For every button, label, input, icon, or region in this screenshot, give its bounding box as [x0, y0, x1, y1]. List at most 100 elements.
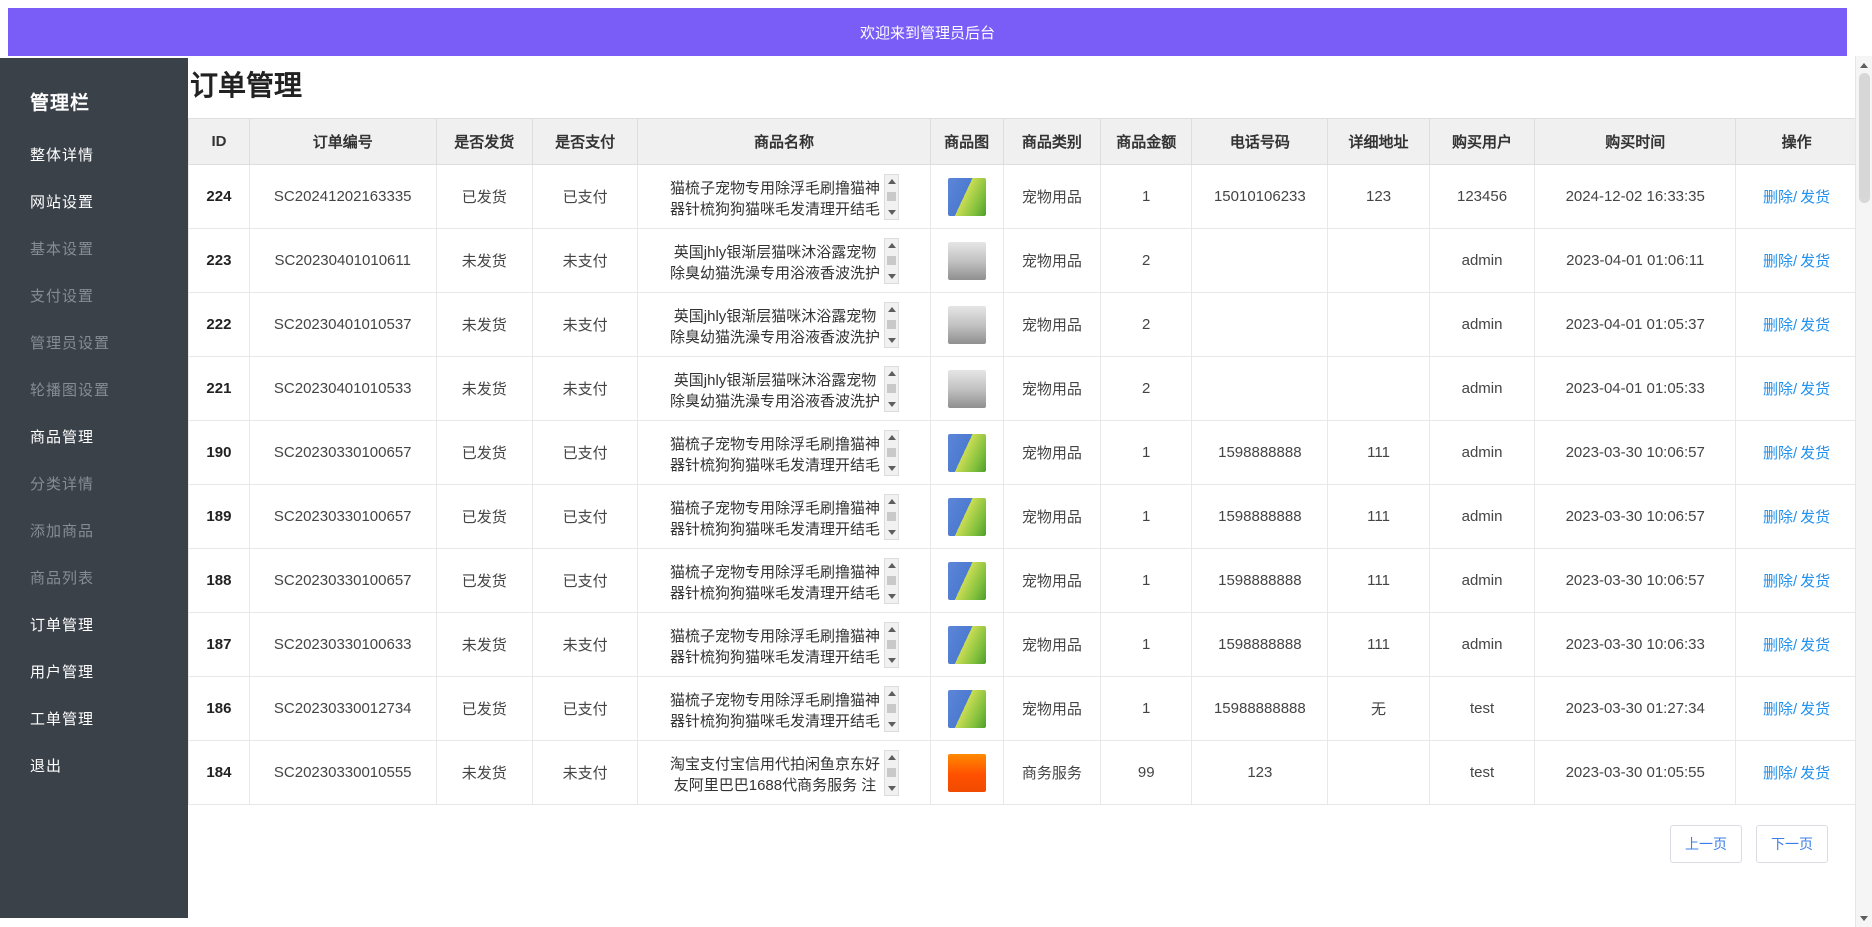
scroll-down-icon[interactable]: [886, 592, 897, 601]
scroll-up-icon[interactable]: [1858, 59, 1871, 71]
next-page-button[interactable]: 下一页: [1756, 825, 1828, 863]
scroll-up-icon[interactable]: [886, 753, 897, 762]
product-image: [948, 370, 986, 408]
scroll-down-icon[interactable]: [886, 400, 897, 409]
action-separator: /: [1793, 445, 1797, 462]
delete-link[interactable]: 删除: [1763, 701, 1793, 718]
delete-link[interactable]: 删除: [1763, 317, 1793, 334]
product-scrollbar-thumb[interactable]: [887, 640, 896, 649]
product-image-cell: [930, 549, 1003, 613]
product-name-scrollbar[interactable]: [884, 302, 899, 348]
sidebar-item-order-management[interactable]: 订单管理: [30, 601, 188, 648]
product-name-scrollbar[interactable]: [884, 238, 899, 284]
sidebar-item-payment-settings[interactable]: 支付设置: [30, 272, 188, 319]
delete-link[interactable]: 删除: [1763, 509, 1793, 526]
sidebar-item-ticket-management[interactable]: 工单管理: [30, 695, 188, 742]
sidebar-item-carousel-settings[interactable]: 轮播图设置: [30, 366, 188, 413]
ship-link[interactable]: 发货: [1800, 701, 1830, 718]
ship-link[interactable]: 发货: [1800, 253, 1830, 270]
table-row: 190 SC20230330100657 已发货 已支付 猫梳子宠物专用除浮毛刷…: [189, 421, 1858, 485]
product-scrollbar-thumb[interactable]: [887, 320, 896, 329]
vertical-scrollbar[interactable]: [1855, 56, 1872, 927]
scroll-up-icon[interactable]: [886, 561, 897, 570]
scroll-down-icon[interactable]: [886, 784, 897, 793]
sidebar-item-admin-settings[interactable]: 管理员设置: [30, 319, 188, 366]
prev-page-button[interactable]: 上一页: [1670, 825, 1742, 863]
phone-number-cell: [1192, 293, 1328, 357]
product-name-scrollbar[interactable]: [884, 430, 899, 476]
order-number-cell: SC20230330100657: [249, 485, 436, 549]
scroll-up-icon[interactable]: [886, 497, 897, 506]
address-cell: [1328, 229, 1429, 293]
scroll-down-icon[interactable]: [1858, 912, 1871, 924]
scroll-up-icon[interactable]: [886, 241, 897, 250]
scroll-up-icon[interactable]: [886, 369, 897, 378]
product-scrollbar-thumb[interactable]: [887, 384, 896, 393]
orders-table-header-row: ID订单编号是否发货是否支付商品名称商品图商品类别商品金额电话号码详细地址购买用…: [189, 119, 1858, 165]
orders-table: ID订单编号是否发货是否支付商品名称商品图商品类别商品金额电话号码详细地址购买用…: [188, 118, 1858, 805]
product-name-text: 猫梳子宠物专用除浮毛刷撸猫神器针梳狗狗猫咪毛发清理开结毛: [669, 690, 881, 728]
scroll-up-icon[interactable]: [886, 433, 897, 442]
delete-link[interactable]: 删除: [1763, 765, 1793, 782]
product-scrollbar-thumb[interactable]: [887, 576, 896, 585]
product-scrollbar-thumb[interactable]: [887, 768, 896, 777]
ship-link[interactable]: 发货: [1800, 317, 1830, 334]
scroll-up-icon[interactable]: [886, 625, 897, 634]
scroll-down-icon[interactable]: [886, 208, 897, 217]
delete-link[interactable]: 删除: [1763, 573, 1793, 590]
ship-link[interactable]: 发货: [1800, 189, 1830, 206]
scroll-down-icon[interactable]: [886, 336, 897, 345]
product-scrollbar-thumb[interactable]: [887, 512, 896, 521]
sidebar-item-basic-settings[interactable]: 基本设置: [30, 225, 188, 272]
product-name-scrollbar[interactable]: [884, 174, 899, 220]
scroll-down-icon[interactable]: [886, 720, 897, 729]
ship-status-cell: 已发货: [436, 421, 532, 485]
product-scrollbar-thumb[interactable]: [887, 256, 896, 265]
product-name-scrollbar[interactable]: [884, 622, 899, 668]
scroll-up-icon[interactable]: [886, 689, 897, 698]
product-scrollbar-thumb[interactable]: [887, 448, 896, 457]
sidebar-item-site-settings[interactable]: 网站设置: [30, 178, 188, 225]
delete-link[interactable]: 删除: [1763, 381, 1793, 398]
scroll-down-icon[interactable]: [886, 272, 897, 281]
product-scrollbar-thumb[interactable]: [887, 192, 896, 201]
buyer-cell: admin: [1429, 613, 1535, 677]
column-header-4: 商品名称: [638, 119, 930, 165]
scroll-down-icon[interactable]: [886, 464, 897, 473]
ship-link[interactable]: 发货: [1800, 381, 1830, 398]
purchase-time-cell: 2023-04-01 01:05:37: [1535, 293, 1736, 357]
ship-link[interactable]: 发货: [1800, 509, 1830, 526]
scroll-down-icon[interactable]: [886, 528, 897, 537]
sidebar-item-add-product[interactable]: 添加商品: [30, 507, 188, 554]
scroll-up-icon[interactable]: [886, 177, 897, 186]
sidebar-item-user-management[interactable]: 用户管理: [30, 648, 188, 695]
delete-link[interactable]: 删除: [1763, 189, 1793, 206]
product-name-scrollbar[interactable]: [884, 750, 899, 796]
delete-link[interactable]: 删除: [1763, 637, 1793, 654]
delete-link[interactable]: 删除: [1763, 253, 1793, 270]
ship-link[interactable]: 发货: [1800, 637, 1830, 654]
sidebar-item-logout[interactable]: 退出: [30, 742, 188, 789]
sidebar-item-overall-details[interactable]: 整体详情: [30, 131, 188, 178]
sidebar-item-category-details[interactable]: 分类详情: [30, 460, 188, 507]
ship-link[interactable]: 发货: [1800, 573, 1830, 590]
product-name-scrollbar[interactable]: [884, 558, 899, 604]
product-name-scrollbar[interactable]: [884, 366, 899, 412]
ship-link[interactable]: 发货: [1800, 765, 1830, 782]
purchase-time-cell: 2023-04-01 01:06:11: [1535, 229, 1736, 293]
product-name-scrollbar[interactable]: [884, 494, 899, 540]
product-scrollbar-thumb[interactable]: [887, 704, 896, 713]
ship-link[interactable]: 发货: [1800, 445, 1830, 462]
table-row: 187 SC20230330100633 未发货 未支付 猫梳子宠物专用除浮毛刷…: [189, 613, 1858, 677]
scroll-up-icon[interactable]: [886, 305, 897, 314]
product-name-text: 英国jhly银渐层猫咪沐浴露宠物除臭幼猫洗澡专用浴液香波洗护用: [669, 306, 881, 344]
product-amount-cell: 1: [1101, 421, 1192, 485]
sidebar-item-product-list[interactable]: 商品列表: [30, 554, 188, 601]
actions-cell: 删除/发货: [1736, 549, 1858, 613]
sidebar-item-product-management[interactable]: 商品管理: [30, 413, 188, 460]
vertical-scrollbar-thumb[interactable]: [1859, 73, 1870, 203]
delete-link[interactable]: 删除: [1763, 445, 1793, 462]
product-name-scrollbar[interactable]: [884, 686, 899, 732]
product-amount-cell: 2: [1101, 293, 1192, 357]
scroll-down-icon[interactable]: [886, 656, 897, 665]
